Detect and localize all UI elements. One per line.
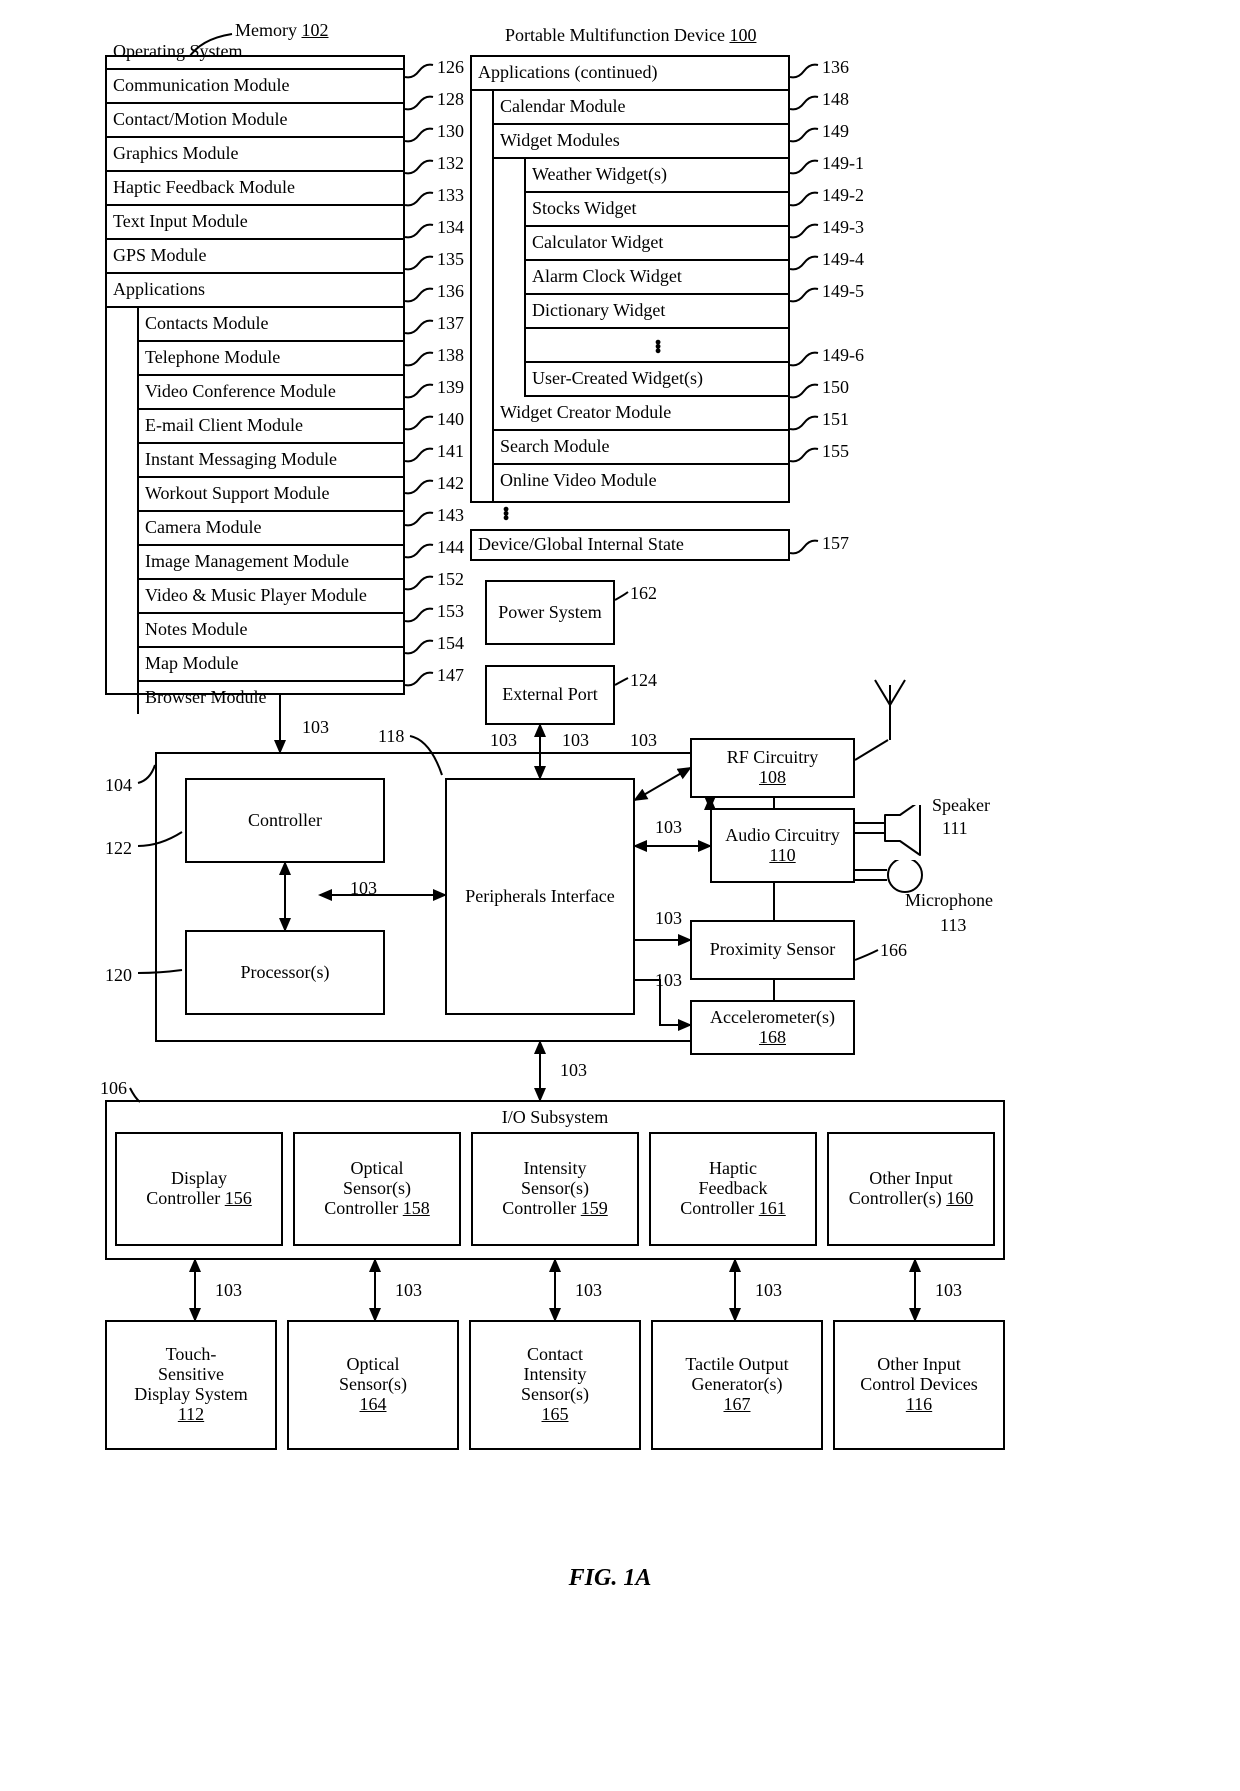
ref: 153 — [437, 601, 464, 622]
bus-103-m: 103 — [755, 1280, 782, 1301]
ref: 134 — [437, 217, 464, 238]
bus-103-g: 103 — [655, 908, 682, 929]
bus-103-j: 103 — [215, 1280, 242, 1301]
ref: 149-5 — [822, 281, 864, 302]
ref: 137 — [437, 313, 464, 334]
figure-caption: FIG. 1A — [10, 1565, 1210, 1592]
bus-103-h: 103 — [655, 970, 682, 991]
ref: 144 — [437, 537, 464, 558]
bus-103-f: 103 — [655, 817, 682, 838]
ref: 132 — [437, 153, 464, 174]
ref: 154 — [437, 633, 464, 654]
ref: 149-2 — [822, 185, 864, 206]
ref: 149-1 — [822, 153, 864, 174]
bus-103-a: 103 — [302, 717, 329, 738]
ref: 142 — [437, 473, 464, 494]
ref: 150 — [822, 377, 849, 398]
bus-103-n: 103 — [935, 1280, 962, 1301]
wiring — [10, 20, 1210, 1520]
ref: 148 — [822, 89, 849, 110]
ref: 140 — [437, 409, 464, 430]
ref: 133 — [437, 185, 464, 206]
ref: 139 — [437, 377, 464, 398]
ref: 155 — [822, 441, 849, 462]
bus-103-b: 103 — [350, 878, 377, 899]
ref: 130 — [437, 121, 464, 142]
ref: 136 — [437, 281, 464, 302]
ref: 136 — [822, 57, 849, 78]
bus-103-e: 103 — [630, 730, 657, 751]
ref: 151 — [822, 409, 849, 430]
bus-103-c: 103 — [490, 730, 517, 751]
ref: 149-3 — [822, 217, 864, 238]
ref: 138 — [437, 345, 464, 366]
bus-103-k: 103 — [395, 1280, 422, 1301]
ref: 152 — [437, 569, 464, 590]
bus-103-l: 103 — [575, 1280, 602, 1301]
bus-103-d: 103 — [562, 730, 589, 751]
diagram-root: Memory 102 Portable Multifunction Device… — [10, 20, 1210, 1770]
ref: 149-4 — [822, 249, 864, 270]
ref: 147 — [437, 665, 464, 686]
ref: 126 — [437, 57, 464, 78]
ref: 128 — [437, 89, 464, 110]
ref: 143 — [437, 505, 464, 526]
ref: 135 — [437, 249, 464, 270]
ref: 149 — [822, 121, 849, 142]
ref: 149-6 — [822, 345, 864, 366]
ref: 141 — [437, 441, 464, 462]
bus-103-i: 103 — [560, 1060, 587, 1081]
ref: 157 — [822, 533, 849, 554]
